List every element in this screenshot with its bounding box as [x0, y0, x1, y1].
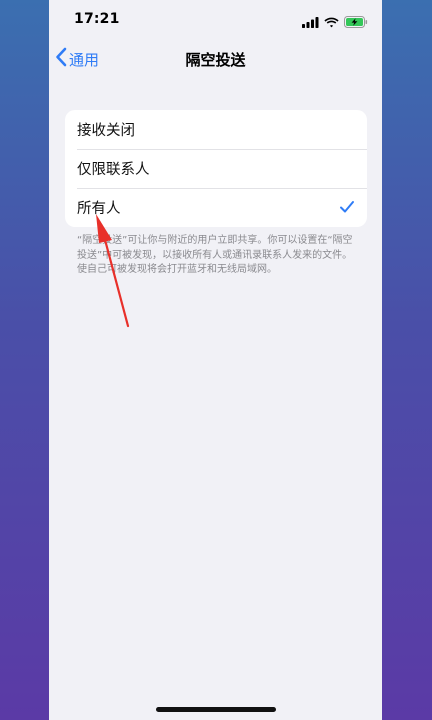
- home-indicator: [156, 707, 276, 712]
- page-title: 隔空投送: [185, 51, 246, 69]
- option-everyone[interactable]: 所有人: [65, 188, 367, 227]
- option-contacts-only[interactable]: 仅限联系人: [65, 149, 367, 188]
- cellular-signal-icon: [302, 13, 319, 32]
- navigation-bar: 通用 隔空投送: [49, 40, 382, 78]
- settings-screen: 17:21 通用 隔空投送 接收关闭 仅限联系人 所有人 “隔空投送”可让你与附…: [49, 0, 382, 720]
- option-label: 接收关闭: [77, 123, 135, 139]
- option-label: 所有人: [77, 201, 121, 217]
- status-icons: [302, 13, 368, 32]
- status-time: 17:21: [74, 11, 120, 27]
- checkmark-icon: [339, 199, 355, 219]
- option-label: 仅限联系人: [77, 162, 150, 178]
- status-bar: 17:21: [49, 0, 382, 40]
- battery-charging-icon: [344, 13, 368, 32]
- airdrop-options-list: 接收关闭 仅限联系人 所有人: [65, 110, 367, 227]
- option-receiving-off[interactable]: 接收关闭: [65, 110, 367, 149]
- wifi-icon: [324, 13, 339, 32]
- airdrop-description: “隔空投送”可让你与附近的用户立即共享。你可以设置在“隔空投送”中可被发现，以接…: [77, 235, 353, 275]
